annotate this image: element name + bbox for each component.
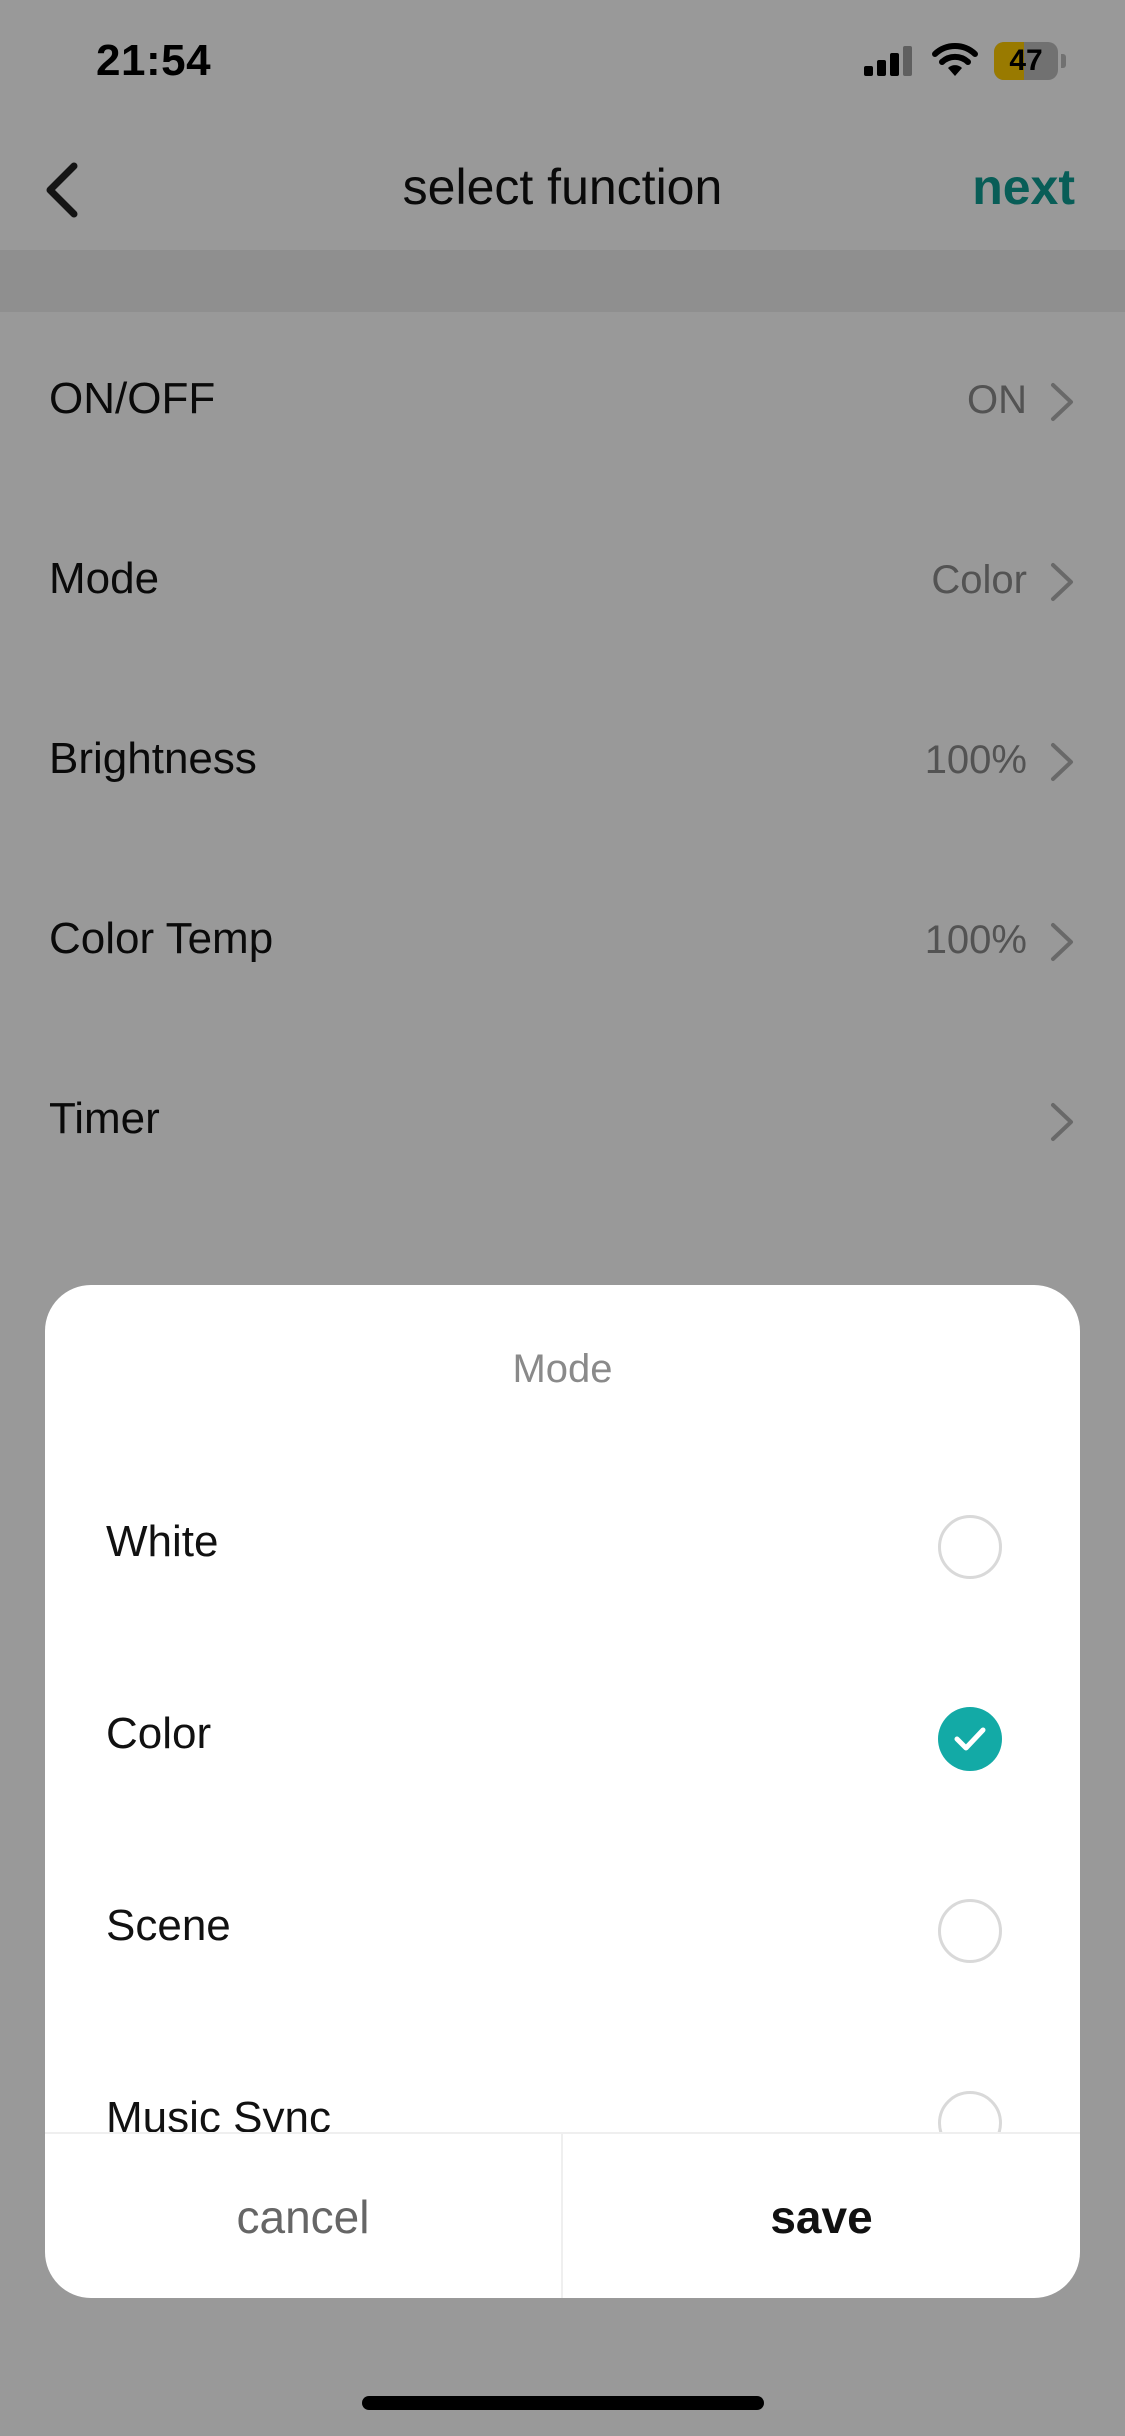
mode-option[interactable]: Scene xyxy=(45,1837,1080,2029)
sheet-title: Mode xyxy=(512,1347,613,1391)
save-button[interactable]: save xyxy=(563,2134,1080,2298)
checkmark-icon xyxy=(954,1727,986,1751)
mode-option[interactable]: White xyxy=(45,1453,1080,1645)
cancel-button[interactable]: cancel xyxy=(45,2134,561,2298)
mode-option-label: Scene xyxy=(106,1901,231,1950)
mode-options-list[interactable]: White Color Scene Music Sync xyxy=(45,1453,1080,2132)
radio-unchecked-icon[interactable] xyxy=(938,2091,1002,2132)
sheet-footer: cancel save xyxy=(45,2132,1080,2298)
mode-option-label: White xyxy=(106,1517,219,1566)
radio-unchecked-icon[interactable] xyxy=(938,1899,1002,1963)
home-indicator xyxy=(362,2396,764,2410)
radio-checked-icon[interactable] xyxy=(938,1707,1002,1771)
mode-option-label: Color xyxy=(106,1709,212,1758)
radio-unchecked-icon[interactable] xyxy=(938,1515,1002,1579)
mode-option[interactable]: Color xyxy=(45,1645,1080,1837)
mode-option-label: Music Sync xyxy=(106,2093,331,2132)
mode-sheet: Mode White Color Scene Music Sync cancel sa… xyxy=(45,1285,1080,2298)
mode-option[interactable]: Music Sync xyxy=(45,2029,1080,2132)
